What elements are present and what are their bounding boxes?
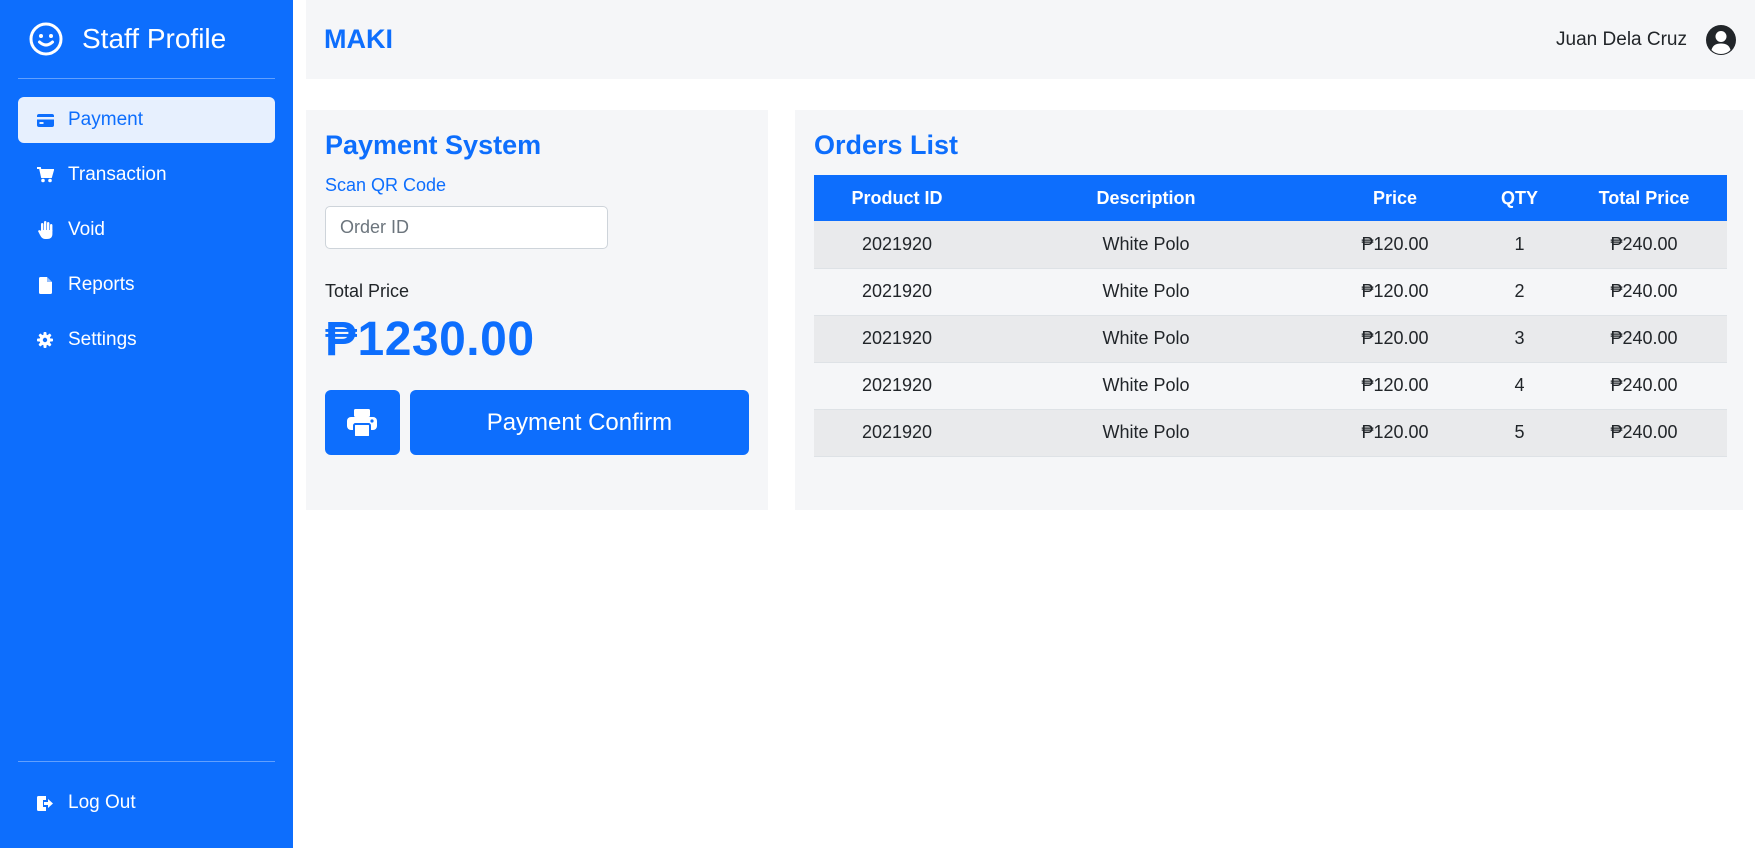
- main-area: MAKI Juan Dela Cruz Payment System Scan …: [293, 0, 1755, 848]
- table-cell: 1: [1478, 221, 1561, 269]
- table-cell: ₱240.00: [1561, 221, 1727, 269]
- print-button[interactable]: [325, 390, 400, 455]
- table-cell: White Polo: [980, 409, 1312, 457]
- table-cell: White Polo: [980, 268, 1312, 316]
- smiley-icon: [28, 21, 64, 57]
- user-avatar-icon: [1705, 24, 1737, 56]
- table-cell: 3: [1478, 315, 1561, 363]
- sidebar-item-transaction[interactable]: Transaction: [18, 152, 275, 198]
- table-row: 2021920 White Polo ₱120.00 3 ₱240.00: [814, 315, 1727, 363]
- table-cell: ₱120.00: [1312, 268, 1478, 316]
- table-row: 2021920 White Polo ₱120.00 4 ₱240.00: [814, 362, 1727, 410]
- orders-table: Product ID Description Price QTY Total P…: [814, 175, 1727, 457]
- table-row: 2021920 White Polo ₱120.00 1 ₱240.00: [814, 221, 1727, 269]
- sidebar: Staff Profile Payment Transaction Void R…: [0, 0, 293, 848]
- table-cell: White Polo: [980, 315, 1312, 363]
- sidebar-item-label: Settings: [68, 329, 137, 350]
- sidebar-item-label: Void: [68, 219, 105, 240]
- printer-icon: [347, 408, 378, 437]
- sidebar-item-label: Payment: [68, 109, 143, 130]
- column-header: Product ID: [851, 187, 943, 208]
- scan-qr-label: Scan QR Code: [325, 175, 447, 195]
- orders-card: Orders List Product ID Description Price…: [795, 110, 1743, 510]
- sidebar-brand: Staff Profile: [18, 0, 275, 79]
- sidebar-item-reports[interactable]: Reports: [18, 262, 275, 308]
- table-cell: 4: [1478, 362, 1561, 410]
- payment-confirm-button[interactable]: Payment Confirm: [409, 390, 749, 455]
- order-id-input[interactable]: [325, 206, 608, 249]
- table-row: 2021920 White Polo ₱120.00 5 ₱240.00: [814, 409, 1727, 457]
- logout-icon: [36, 794, 54, 812]
- orders-title: Orders List: [814, 130, 959, 160]
- payment-card: Payment System Scan QR Code Total Price …: [306, 110, 768, 510]
- file-icon: [36, 276, 54, 294]
- payment-title: Payment System: [325, 130, 542, 160]
- table-cell: White Polo: [980, 362, 1312, 410]
- gear-icon: [36, 331, 54, 349]
- table-cell: 2021920: [814, 315, 980, 363]
- table-cell: ₱240.00: [1561, 315, 1727, 363]
- logout-label: Log Out: [68, 792, 136, 813]
- brand-title: Staff Profile: [82, 23, 227, 54]
- table-row: 2021920 White Polo ₱120.00 2 ₱240.00: [814, 268, 1727, 316]
- payment-actions: Payment Confirm: [325, 390, 749, 455]
- sidebar-item-payment[interactable]: Payment: [18, 97, 275, 143]
- column-header: QTY: [1500, 187, 1538, 208]
- table-cell: ₱120.00: [1312, 221, 1478, 269]
- table-cell: 2021920: [814, 409, 980, 457]
- page-title: MAKI: [324, 24, 393, 54]
- sidebar-item-label: Transaction: [68, 164, 167, 185]
- sidebar-item-settings[interactable]: Settings: [18, 317, 275, 363]
- hand-icon: [36, 221, 54, 239]
- table-cell: ₱240.00: [1561, 362, 1727, 410]
- table-cell: ₱240.00: [1561, 409, 1727, 457]
- total-price-value: ₱1230.00: [325, 313, 535, 366]
- sidebar-bottom: Log Out: [18, 761, 275, 848]
- cart-icon: [36, 166, 54, 184]
- user-menu[interactable]: Juan Dela Cruz: [1556, 24, 1737, 56]
- credit-card-icon: [36, 111, 54, 129]
- table-cell: 2021920: [814, 268, 980, 316]
- content: Payment System Scan QR Code Total Price …: [306, 110, 1755, 510]
- column-header: Price: [1372, 187, 1418, 208]
- sidebar-item-void[interactable]: Void: [18, 207, 275, 253]
- table-cell: 2021920: [814, 221, 980, 269]
- total-price-label: Total Price: [325, 281, 410, 301]
- table-header-row: Product ID Description Price QTY Total P…: [814, 175, 1727, 221]
- app: Staff Profile Payment Transaction Void R…: [0, 0, 1755, 848]
- sidebar-nav: Payment Transaction Void Reports Setting…: [18, 97, 275, 372]
- table-cell: 5: [1478, 409, 1561, 457]
- sidebar-item-label: Reports: [68, 274, 135, 295]
- topbar: MAKI Juan Dela Cruz: [306, 0, 1755, 79]
- table-cell: 2: [1478, 268, 1561, 316]
- user-name: Juan Dela Cruz: [1556, 28, 1687, 50]
- table-cell: ₱120.00: [1312, 362, 1478, 410]
- table-cell: White Polo: [980, 221, 1312, 269]
- table-cell: ₱120.00: [1312, 409, 1478, 457]
- logout-button[interactable]: Log Out: [18, 780, 275, 826]
- column-header: Description: [1096, 187, 1196, 208]
- table-cell: ₱240.00: [1561, 268, 1727, 316]
- column-header: Total Price: [1598, 187, 1690, 208]
- table-cell: ₱120.00: [1312, 315, 1478, 363]
- table-cell: 2021920: [814, 362, 980, 410]
